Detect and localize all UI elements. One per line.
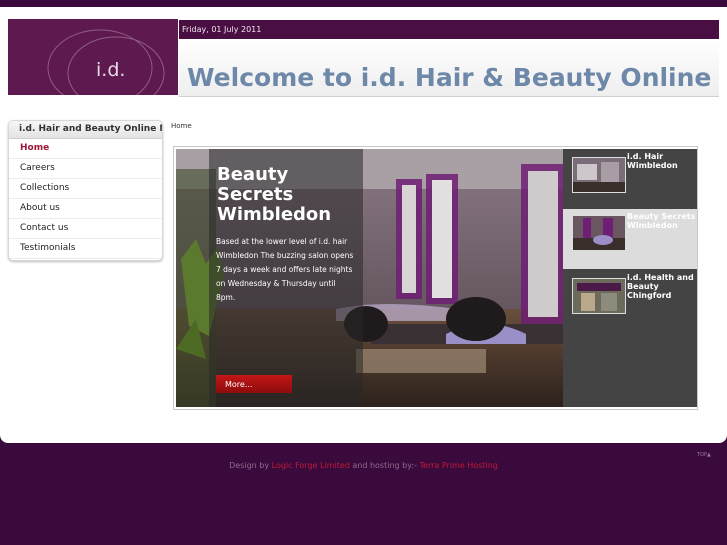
thumb-label: Beauty Secrets Wimbledon bbox=[627, 212, 696, 230]
page-container: i.d. Friday, 01 July 2011 Welcome to i.d… bbox=[0, 7, 727, 443]
menu-item-careers[interactable]: Careers bbox=[9, 159, 162, 179]
slider-thumbnails: i.d. Hair Wimbledon Beauty Secrets Wimbl… bbox=[563, 149, 697, 407]
menu-heading: i.d. Hair and Beauty Online Menu bbox=[9, 121, 162, 139]
back-to-top-link[interactable]: TOP▲ bbox=[697, 452, 711, 458]
site-logo[interactable]: i.d. bbox=[8, 19, 178, 95]
thumb-id-health-beauty-chingford[interactable]: i.d. Health and Beauty Chingford bbox=[563, 270, 697, 407]
menu-item-home[interactable]: Home bbox=[9, 139, 162, 159]
breadcrumb: Home bbox=[171, 122, 192, 130]
slide-description: Based at the lower level of i.d. hair Wi… bbox=[216, 237, 354, 302]
footer-credits: Design by Logic Forge Limited and hostin… bbox=[0, 461, 727, 470]
menu-item-testimonials[interactable]: Testimonials bbox=[9, 239, 162, 259]
breadcrumb-home[interactable]: Home bbox=[171, 122, 192, 130]
designer-link[interactable]: Logic Forge Limited bbox=[272, 461, 350, 470]
menu-item-about-us[interactable]: About us bbox=[9, 199, 162, 219]
footer-prefix: Design by bbox=[229, 461, 270, 470]
thumb-label: i.d. Hair Wimbledon bbox=[627, 152, 678, 170]
thumb-id-hair-wimbledon[interactable]: i.d. Hair Wimbledon bbox=[563, 149, 697, 207]
thumb-image bbox=[572, 215, 626, 251]
more-button[interactable]: More... bbox=[216, 375, 292, 393]
logo-rings-icon bbox=[47, 29, 165, 95]
thumb-image bbox=[572, 278, 626, 314]
current-date: Friday, 01 July 2011 bbox=[182, 25, 262, 34]
title-bar: Welcome to i.d. Hair & Beauty Online bbox=[179, 39, 719, 97]
menu-item-contact-us[interactable]: Contact us bbox=[9, 219, 162, 239]
thumb-label: i.d. Health and Beauty Chingford bbox=[627, 273, 694, 300]
footer-middle: and hosting by:- bbox=[352, 461, 417, 470]
slide-caption: Beauty Secrets Wimbledon Based at the lo… bbox=[209, 149, 363, 407]
menu-item-collections[interactable]: Collections bbox=[9, 179, 162, 199]
feature-slider: Beauty Secrets Wimbledon Based at the lo… bbox=[173, 146, 698, 410]
thumb-beauty-secrets-wimbledon[interactable]: Beauty Secrets Wimbledon bbox=[563, 209, 697, 269]
host-link[interactable]: Terra Prime Hosting bbox=[420, 461, 498, 470]
logo-text: i.d. bbox=[96, 59, 126, 81]
page-title: Welcome to i.d. Hair & Beauty Online bbox=[187, 63, 712, 92]
thumb-image bbox=[572, 157, 626, 193]
main-menu: i.d. Hair and Beauty Online Menu Home Ca… bbox=[8, 120, 163, 261]
date-bar: Friday, 01 July 2011 bbox=[179, 20, 719, 39]
slide-photo[interactable]: Beauty Secrets Wimbledon Based at the lo… bbox=[176, 149, 563, 407]
slide-title: Beauty Secrets Wimbledon bbox=[217, 164, 332, 225]
